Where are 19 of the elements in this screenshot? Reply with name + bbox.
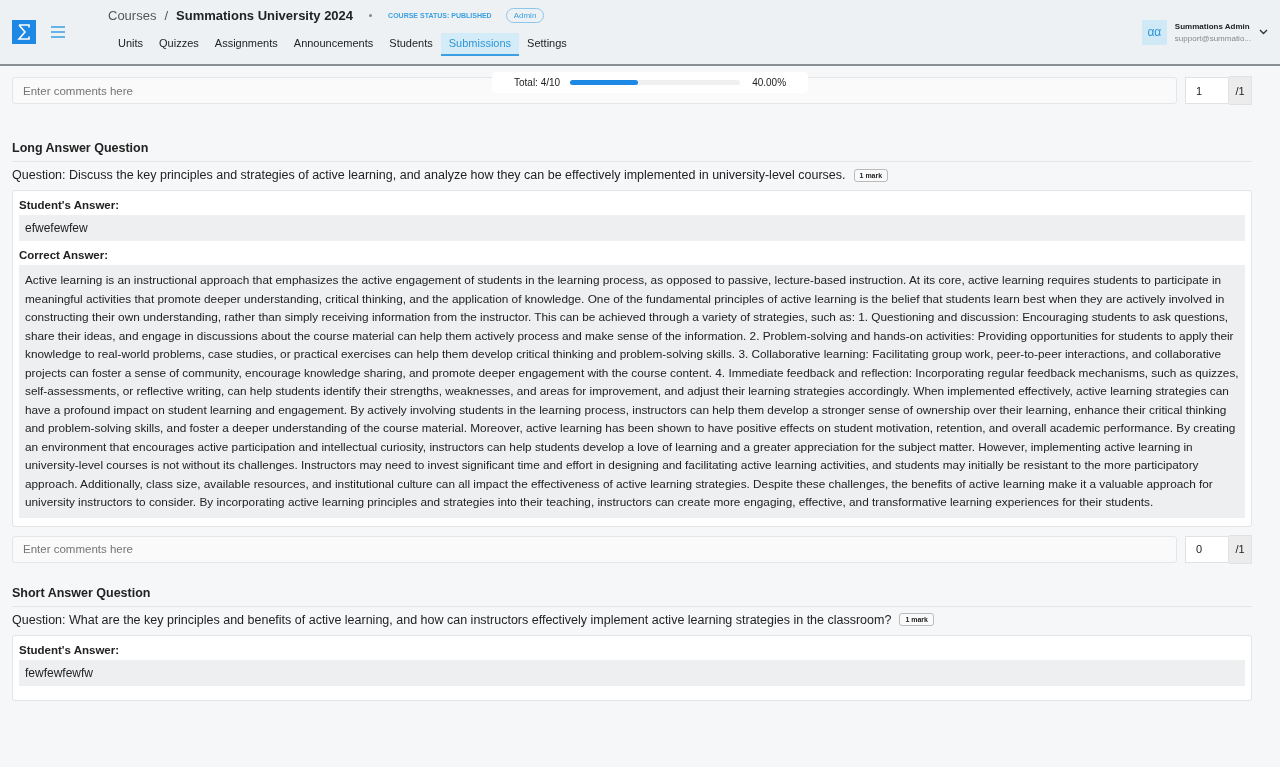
max-score: /1 — [1229, 76, 1252, 105]
question-text: Question: What are the key principles and benefits of active learning, and how can instructors effectively implement active learning strategies in the classroom? — [12, 612, 892, 627]
progress-label: Total: 4/10 — [514, 77, 561, 88]
student-answer: fewfewfewfw — [19, 659, 1245, 686]
avatar: αα — [1141, 19, 1167, 45]
progress-percent: 40.00% — [752, 77, 787, 88]
question-text: Question: Discuss the key principles and strategies of active learning, and analyze how they can be effectively implemented in university-level courses. — [12, 168, 846, 182]
answer-label: Correct Answer: — [19, 249, 110, 261]
user-name: Summations Admin — [1174, 21, 1251, 31]
question-heading: Long Answer Question — [12, 141, 1252, 162]
answer-label: Student's Answer: — [19, 199, 121, 211]
correct-answer: Active learning is an instructional approach that emphasizes the active engagement of students in the learning process, as opposed to passive, lecture-based instruction. At its core, active learning requires students to participate in meaningful activities that promote deeper understanding, critical thinking, and the application of knowledge. One of the fundamental principles of active learning is the belief that students learn best when they are actively involved in constructing their own understanding, rather than simply receiving information from the instructor. This can be achieved through a variety of strategies, such as: 1. Questioning and discussion: Encouraging students to ask questions, share their ideas, and engage in discussions about the course material can help them actively process and make sense of the information. 2. Problem-solving and hands-on activities: Providing opportunities for students to apply their knowledge to real-world problems, case studies, or practical exercises can help them develop critical thinking and problem-solving skills. 3. Collaborative learning: Facilitating group work, peer-to-peer interactions, and collaborative projects can foster a sense of community, encourage knowledge sharing, and promote deeper engagement with the course content. 4. Immediate feedback and reflection: Incorporating regular feedback mechanisms, such as quizzes, self-assessments, or reflective writing, can help students identify their strengths, weaknesses, and areas for improvement, and adjust their learning strategies accordingly. When implemented effectively, active learning strategies can have a profound impact on student learning and engagement. By actively involving students in the learning process, instructors can help them develop a stronger sense of ownership over their learning, enhance their critical thinking and problem-solving skills, and foster a deeper understanding of the course material. Moreover, active learning has been shown to have positive effects on student motivation, retention, and overall academic performance. By creating an environment that encourages active participation and intellectual curiosity, instructors can help students develop a love of learning and a greater appreciation for the subject matter. However, implementing active learning in university-level courses is not without its challenges. Instructors may need to invest significant time and effort in designing and facilitating active learning activities, and students may initially be resistant to the more participatory approach. Additionally, class size, available resources, and institutional culture can all impact the effectiveness of active learning strategies. Despite these challenges, the benefits of active learning make it a valuable approach for university instructors to consider. By incorporating active learning principles and strategies into their teaching, instructors can create more engaging, effective, and transformative learning experiences for their students. — [19, 265, 1245, 518]
question-heading: Short Answer Question — [12, 585, 1252, 607]
breadcrumb-separator: / — [164, 8, 169, 23]
user-email: support@summatio... — [1174, 33, 1251, 43]
course-title: Summations University 2024 — [176, 8, 354, 23]
answer-label: Student's Answer: — [19, 643, 121, 656]
max-score: /1 — [1229, 534, 1252, 564]
student-answer: efwefewfew — [19, 215, 1245, 241]
